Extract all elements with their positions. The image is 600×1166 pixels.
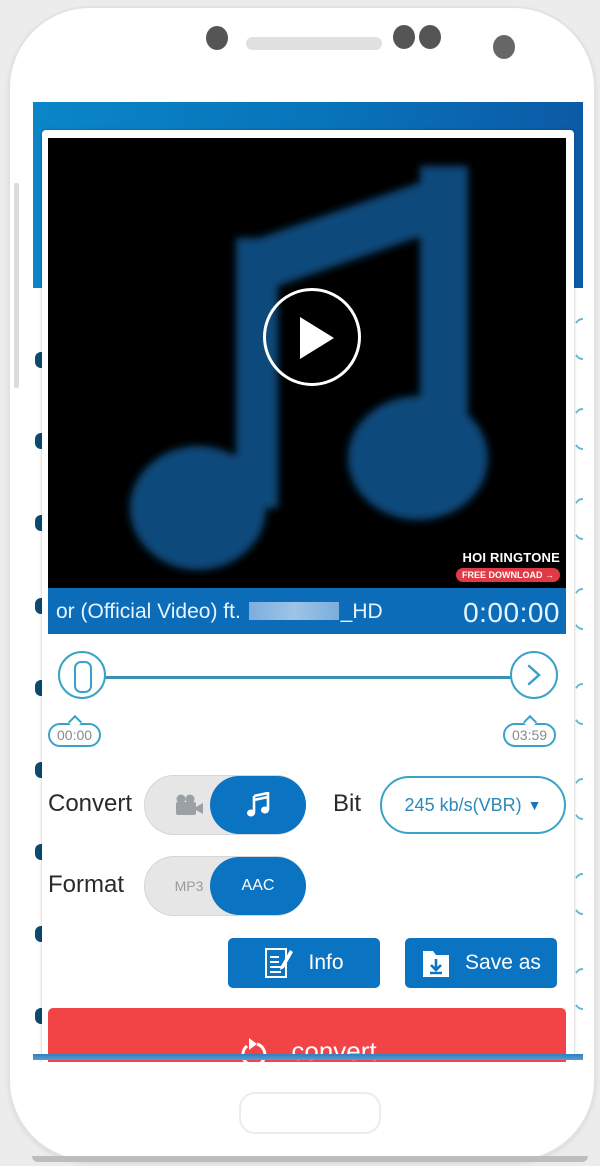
earpiece-speaker bbox=[246, 37, 382, 50]
trim-end-time: 03:59 bbox=[503, 723, 557, 747]
bitrate-label: Bit bbox=[333, 790, 362, 817]
bitrate-value: 245 kb/s(VBR) bbox=[404, 794, 522, 815]
side-button bbox=[14, 183, 19, 388]
save-as-button[interactable]: Save as bbox=[405, 938, 557, 988]
convert-mode-audio[interactable] bbox=[210, 776, 306, 834]
play-button[interactable] bbox=[263, 288, 361, 386]
info-button[interactable]: Info bbox=[228, 938, 380, 988]
format-label: Format bbox=[48, 871, 125, 898]
video-preview[interactable]: HOI RINGTONE FREE DOWNLOAD → bbox=[48, 138, 566, 588]
watermark: HOI RINGTONE FREE DOWNLOAD → bbox=[456, 550, 560, 583]
video-title: or (Official Video) ft. _HD bbox=[56, 600, 383, 624]
trim-start-handle[interactable] bbox=[58, 651, 106, 699]
save-as-button-label: Save as bbox=[465, 951, 541, 974]
bottom-bezel bbox=[32, 1156, 588, 1162]
format-option-aac[interactable]: AAC bbox=[210, 857, 306, 915]
video-title-prefix: or (Official Video) ft. bbox=[56, 600, 241, 623]
front-sensor bbox=[393, 25, 415, 49]
chevron-right-icon bbox=[527, 664, 541, 686]
screen-bottom-edge bbox=[33, 1054, 583, 1060]
format-toggle: MP3 AAC bbox=[144, 856, 306, 916]
watermark-name: HOI RINGTONE bbox=[462, 550, 560, 565]
music-note-icon bbox=[247, 792, 270, 817]
screen: HOI RINGTONE FREE DOWNLOAD → or (Officia… bbox=[33, 102, 583, 1062]
video-title-suffix: _HD bbox=[340, 600, 383, 623]
download-folder-icon bbox=[423, 951, 450, 977]
home-button[interactable] bbox=[239, 1092, 381, 1134]
caret-down-icon: ▼ bbox=[527, 797, 542, 813]
edit-document-icon bbox=[265, 948, 294, 978]
redacted-text bbox=[248, 602, 339, 620]
trim-end-handle[interactable] bbox=[510, 651, 558, 699]
trim-range-track[interactable] bbox=[102, 676, 512, 679]
convert-mode-toggle bbox=[144, 775, 306, 835]
bitrate-select[interactable]: 245 kb/s(VBR) ▼ bbox=[380, 776, 566, 834]
convert-mode-label: Convert bbox=[48, 790, 133, 817]
front-sensor bbox=[419, 25, 441, 49]
video-title-bar: or (Official Video) ft. _HD 0:00:00 bbox=[48, 588, 566, 634]
phone-frame: HOI RINGTONE FREE DOWNLOAD → or (Officia… bbox=[10, 8, 594, 1162]
convert-dialog: HOI RINGTONE FREE DOWNLOAD → or (Officia… bbox=[42, 130, 574, 1062]
video-camera-icon bbox=[176, 794, 203, 815]
current-time: 0:00:00 bbox=[463, 597, 560, 628]
watermark-cta: FREE DOWNLOAD → bbox=[456, 568, 560, 582]
front-sensor bbox=[206, 26, 228, 50]
trim-start-time: 00:00 bbox=[48, 723, 102, 747]
info-button-label: Info bbox=[308, 951, 344, 974]
front-camera bbox=[493, 35, 515, 59]
play-icon bbox=[300, 317, 334, 359]
